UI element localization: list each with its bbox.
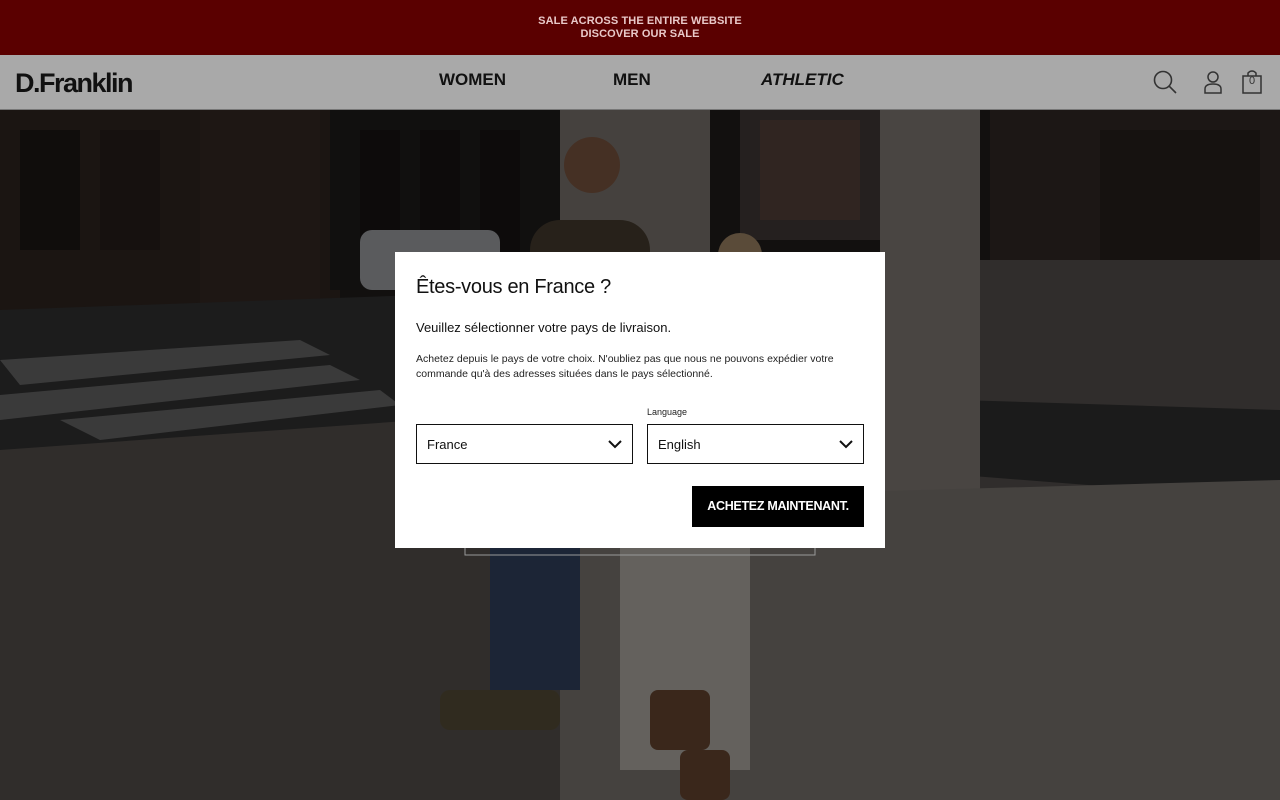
nav-women[interactable]: WOMEN (439, 70, 506, 90)
chevron-down-icon (839, 440, 853, 449)
promo-line-2[interactable]: DISCOVER OUR SALE (0, 28, 1280, 41)
country-selector-modal: Êtes-vous en France ? Veuillez sélection… (395, 252, 885, 548)
nav-men[interactable]: MEN (613, 70, 651, 90)
language-value: English (658, 437, 701, 452)
country-select[interactable]: France (416, 424, 633, 464)
language-select[interactable]: English (647, 424, 864, 464)
nav-athletic[interactable]: ATHLETIC (761, 70, 844, 90)
promo-line-1: SALE ACROSS THE ENTIRE WEBSITE (538, 15, 742, 27)
chevron-down-icon (608, 440, 622, 449)
bag-count: 0 (1248, 75, 1256, 87)
promo-banner[interactable]: SALE ACROSS THE ENTIRE WEBSITE DISCOVER … (0, 0, 1280, 55)
logo[interactable]: D.Franklin (15, 68, 134, 99)
country-value: France (427, 437, 468, 452)
language-label: Language (647, 407, 688, 417)
modal-subtitle: Veuillez sélectionner votre pays de livr… (416, 320, 672, 335)
modal-note: Achetez depuis le pays de votre choix. N… (416, 353, 834, 380)
modal-title: Êtes-vous en France ? (416, 276, 611, 298)
search-icon[interactable] (1152, 69, 1178, 95)
shop-now-button[interactable]: ACHETEZ MAINTENANT. (692, 486, 864, 527)
account-icon[interactable] (1201, 69, 1227, 95)
bag-icon[interactable]: 0 (1240, 69, 1266, 95)
site-header: D.Franklin WOMEN MEN ATHLETIC 0 (0, 55, 1280, 110)
